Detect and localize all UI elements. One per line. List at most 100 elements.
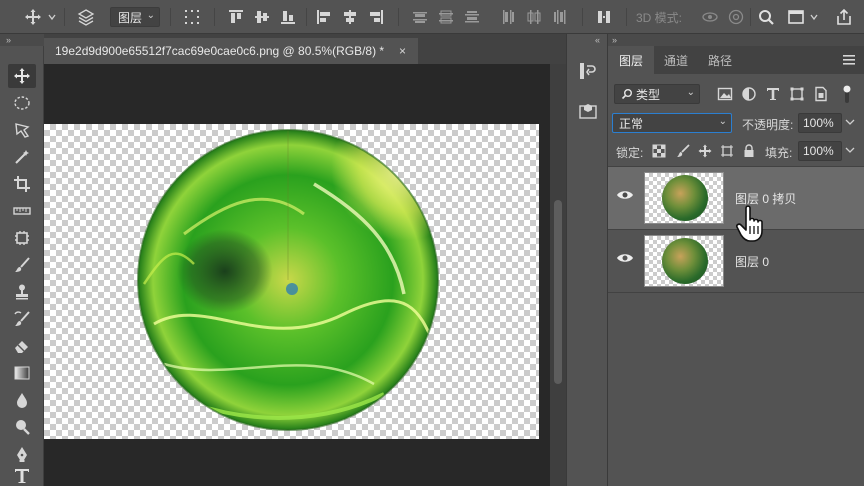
document-tab[interactable]: 19e2d9d900e65512f7cac69e0cae0c6.png @ 80… — [44, 38, 418, 64]
layer-name[interactable]: 图层 0 — [735, 253, 769, 270]
separator — [398, 8, 399, 26]
fill-chevron-icon[interactable] — [844, 144, 856, 159]
align-top-edges-icon[interactable] — [224, 5, 248, 29]
lock-transparent-pixels-icon[interactable] — [650, 142, 668, 160]
adjustment-layer-filter-icon[interactable] — [740, 85, 758, 103]
panel-menu-icon[interactable] — [842, 54, 856, 69]
move-tool-icon[interactable] — [22, 5, 44, 29]
tab-channels[interactable]: 通道 — [654, 46, 698, 74]
distribute-horizontal-centers-icon[interactable] — [522, 5, 546, 29]
distribute-left-icon[interactable] — [496, 5, 520, 29]
opacity-label: 不透明度: — [742, 118, 794, 132]
lock-position-icon[interactable] — [696, 142, 714, 160]
chevron-down-icon: ⌄ — [718, 116, 727, 127]
align-left-edges-icon[interactable] — [312, 5, 336, 29]
opacity-input[interactable]: 100% — [798, 113, 842, 133]
3d-orbit-icon[interactable] — [698, 5, 722, 29]
brush-tool-button[interactable] — [8, 253, 36, 277]
blur-tool-button[interactable] — [8, 388, 36, 412]
separator — [626, 8, 627, 26]
layer-thumbnail-image — [662, 238, 708, 284]
pixel-layer-filter-icon[interactable] — [716, 85, 734, 103]
magic-wand-tool-button[interactable] — [8, 145, 36, 169]
distribute-top-icon[interactable] — [408, 5, 432, 29]
dodge-tool-button[interactable] — [8, 415, 36, 439]
workspace-window-icon[interactable] — [784, 5, 808, 29]
fill-value: 100% — [803, 144, 834, 158]
lock-image-pixels-icon[interactable] — [674, 142, 692, 160]
gradient-tool-button[interactable] — [8, 361, 36, 385]
lock-label: 锁定: — [616, 146, 644, 160]
tools-collapse-icon[interactable]: » — [0, 34, 44, 46]
shape-layer-filter-icon[interactable] — [788, 85, 806, 103]
tab-channels-label: 通道 — [663, 53, 688, 68]
distribute-right-icon[interactable] — [548, 5, 572, 29]
lock-all-icon[interactable] — [740, 142, 758, 160]
tab-layers[interactable]: 图层 — [608, 46, 654, 74]
ruler-tool-button[interactable] — [8, 199, 36, 223]
layer-thumbnail — [644, 172, 724, 224]
eraser-tool-button[interactable] — [8, 334, 36, 358]
type-tool-button[interactable] — [8, 464, 36, 486]
options-bar: 图层 ⌄ 3D 模式: — [0, 0, 864, 34]
type-layer-filter-icon[interactable] — [764, 85, 782, 103]
divider — [608, 292, 864, 293]
layer-filter-row: 类型 ⌄ — [608, 80, 864, 108]
pen-tool-button[interactable] — [8, 442, 36, 466]
show-transform-controls-icon[interactable] — [180, 5, 204, 29]
lasso-tool-button[interactable] — [8, 118, 36, 142]
share-icon[interactable] — [832, 5, 856, 29]
document-canvas[interactable] — [44, 124, 539, 439]
eye-icon[interactable] — [616, 252, 634, 267]
distribute-bottom-icon[interactable] — [460, 5, 484, 29]
layers-panel: » 图层 通道 路径 类型 ⌄ 正常 ⌄ 不透明度: 100% 锁定: 填充: … — [608, 34, 864, 486]
align-horizontal-centers-icon[interactable] — [338, 5, 362, 29]
clone-stamp-tool-button[interactable] — [8, 280, 36, 304]
workspace-chevron-icon[interactable] — [808, 5, 820, 29]
filter-kind-label: 类型 — [636, 87, 661, 102]
filter-kind-dropdown[interactable]: 类型 ⌄ — [614, 84, 700, 104]
blend-mode-dropdown[interactable]: 正常 ⌄ — [612, 113, 732, 133]
lock-artboard-icon[interactable] — [718, 142, 736, 160]
distribute-spacing-icon[interactable] — [592, 5, 616, 29]
glass-sphere-image — [137, 129, 439, 431]
auto-select-layers-icon[interactable] — [74, 5, 98, 29]
fill-input[interactable]: 100% — [798, 141, 842, 161]
opacity-chevron-icon[interactable] — [844, 116, 856, 131]
move-tool-button[interactable] — [8, 64, 36, 88]
separator — [214, 8, 215, 26]
canvas-area[interactable] — [44, 64, 550, 486]
document-tab-title: 19e2d9d900e65512f7cac69e0cae0c6.png @ 80… — [55, 44, 385, 58]
history-brush-tool-button[interactable] — [8, 307, 36, 331]
filter-toggle-icon[interactable] — [834, 82, 860, 106]
history-panel-icon[interactable] — [575, 58, 601, 84]
smart-object-filter-icon[interactable] — [812, 85, 830, 103]
crop-tool-button[interactable] — [8, 172, 36, 196]
chevron-down-icon: ⌄ — [686, 87, 695, 98]
tab-paths[interactable]: 路径 — [698, 46, 742, 74]
panel-collapse-icon[interactable]: » — [608, 34, 864, 46]
auto-select-target-dropdown[interactable]: 图层 ⌄ — [110, 7, 160, 27]
3d-cube-panel-icon[interactable] — [575, 98, 601, 124]
align-vertical-centers-icon[interactable] — [250, 5, 274, 29]
elliptical-marquee-tool-button[interactable] — [8, 91, 36, 115]
scrollbar-thumb[interactable] — [554, 200, 562, 384]
3d-roll-icon[interactable] — [724, 5, 748, 29]
panel-dock: « — [566, 34, 608, 486]
hand-cursor-icon — [736, 205, 763, 242]
distribute-vertical-centers-icon[interactable] — [434, 5, 458, 29]
document-tab-bar: 19e2d9d900e65512f7cac69e0cae0c6.png @ 80… — [44, 34, 566, 64]
search-icon[interactable] — [754, 5, 778, 29]
tab-layers-label: 图层 — [618, 53, 643, 68]
frame-tool-button[interactable] — [8, 226, 36, 250]
3d-mode-label: 3D 模式: — [636, 11, 683, 25]
align-right-edges-icon[interactable] — [364, 5, 388, 29]
tool-preset-chevron-icon[interactable] — [46, 5, 58, 29]
vertical-scrollbar[interactable] — [550, 64, 566, 486]
align-bottom-edges-icon[interactable] — [276, 5, 300, 29]
eye-icon[interactable] — [616, 189, 634, 204]
dock-collapse-icon[interactable]: « — [595, 35, 600, 45]
separator — [306, 8, 307, 26]
fill-label: 填充: — [765, 146, 793, 160]
close-icon[interactable]: × — [399, 44, 406, 58]
